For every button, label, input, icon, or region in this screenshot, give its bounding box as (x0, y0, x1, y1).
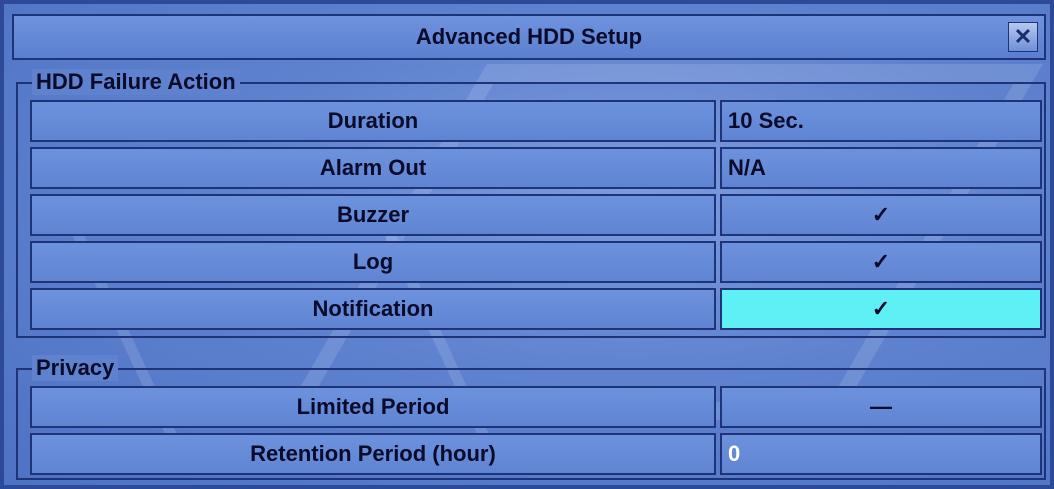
checkmark-icon: ✓ (871, 296, 891, 321)
alarm-out-value-field[interactable]: N/A (720, 147, 1042, 189)
limited-period-field[interactable]: — (720, 386, 1042, 428)
log-checkbox[interactable]: ✓ (720, 241, 1042, 283)
label-alarm-out: Alarm Out (30, 147, 716, 189)
row-duration: Duration 10 Sec. (30, 100, 1042, 142)
buzzer-checkbox[interactable]: ✓ (720, 194, 1042, 236)
duration-value-field[interactable]: 10 Sec. (720, 100, 1042, 142)
row-notification: Notification ✓ (30, 288, 1042, 330)
row-alarm-out: Alarm Out N/A (30, 147, 1042, 189)
title-bar: Advanced HDD Setup ✕ (12, 14, 1046, 60)
retention-period-input[interactable]: 0 (720, 433, 1042, 475)
notification-checkbox[interactable]: ✓ (720, 288, 1042, 330)
row-buzzer: Buzzer ✓ (30, 194, 1042, 236)
close-button[interactable]: ✕ (1008, 22, 1038, 52)
label-duration: Duration (30, 100, 716, 142)
privacy-group: Privacy Limited Period — Retention Perio… (16, 355, 1046, 480)
label-notification: Notification (30, 288, 716, 330)
row-limited-period: Limited Period — (30, 386, 1042, 428)
label-limited-period: Limited Period (30, 386, 716, 428)
label-log: Log (30, 241, 716, 283)
advanced-hdd-setup-dialog: Advanced HDD Setup ✕ HDD Failure Action … (0, 0, 1054, 489)
dialog-title: Advanced HDD Setup (415, 24, 643, 49)
label-retention-period: Retention Period (hour) (30, 433, 716, 475)
close-icon: ✕ (1013, 24, 1033, 49)
checkmark-icon: ✓ (871, 202, 891, 227)
hdd-failure-action-group: HDD Failure Action Duration 10 Sec. Alar… (16, 69, 1046, 338)
row-log: Log ✓ (30, 241, 1042, 283)
group-legend-hdd-failure: HDD Failure Action (32, 69, 240, 95)
checkmark-icon: ✓ (871, 249, 891, 274)
label-buzzer: Buzzer (30, 194, 716, 236)
row-retention-period: Retention Period (hour) 0 (30, 433, 1042, 475)
group-legend-privacy: Privacy (32, 355, 119, 381)
